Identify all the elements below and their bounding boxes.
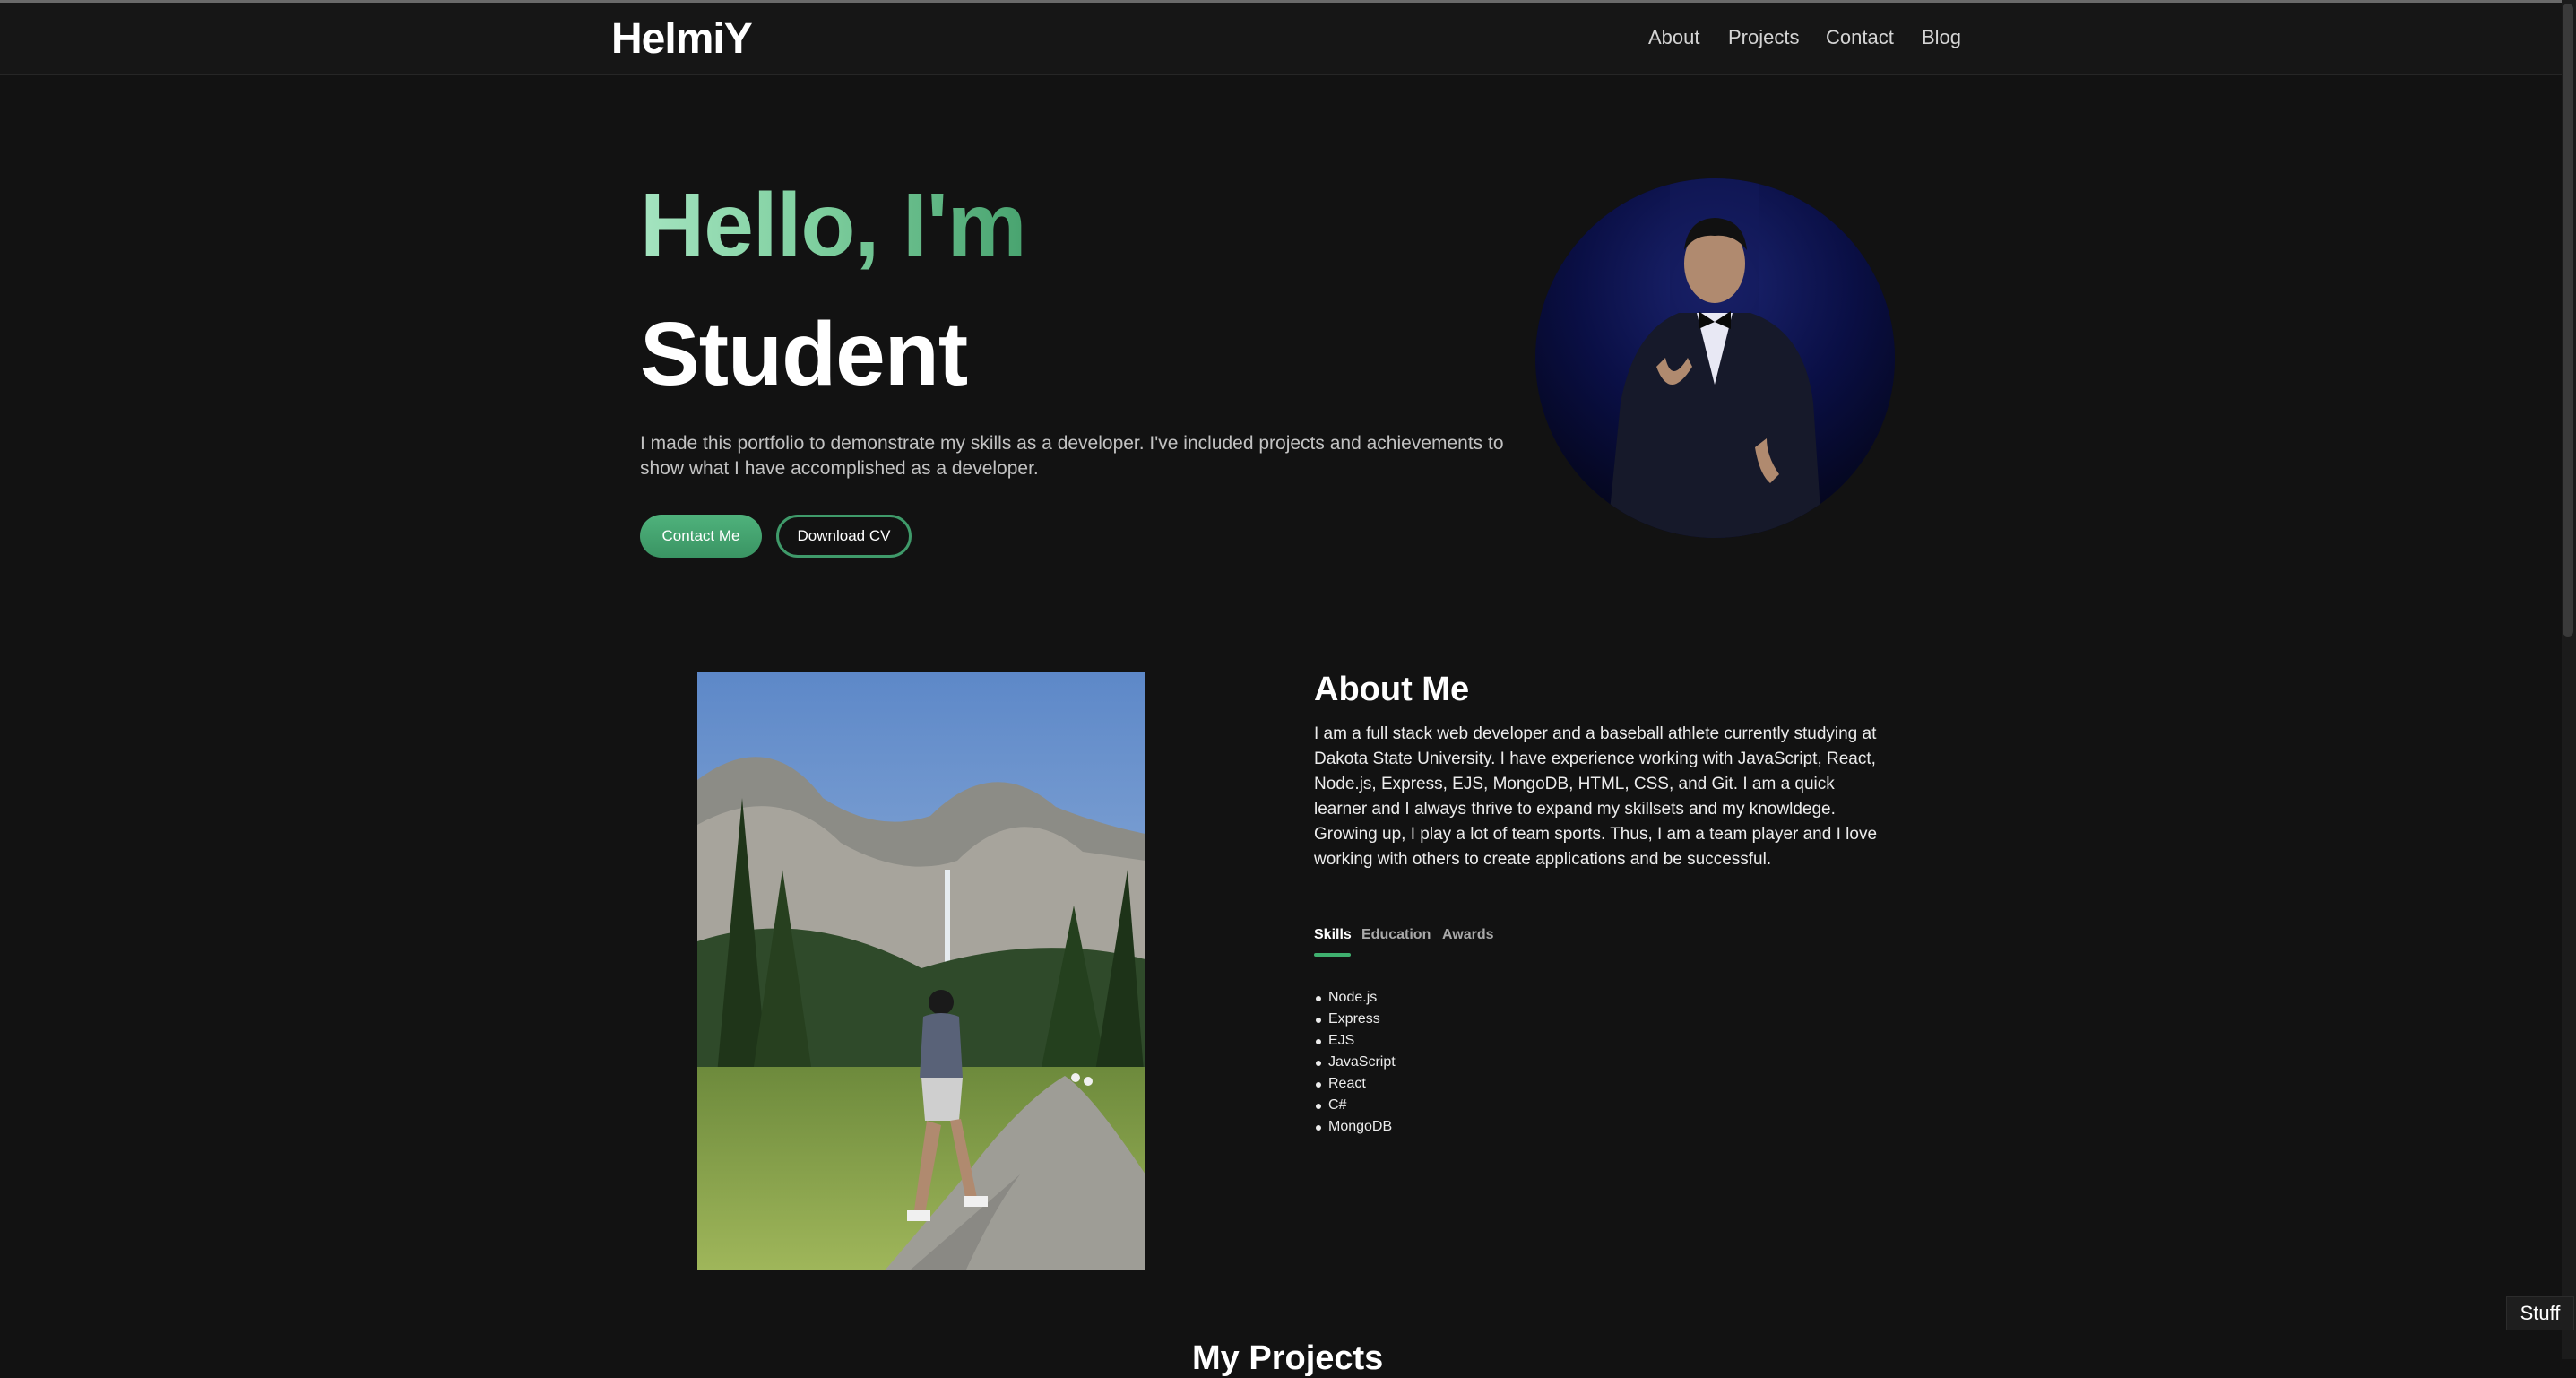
- stuff-widget-button[interactable]: Stuff: [2506, 1296, 2574, 1330]
- skill-item: Express: [1316, 1009, 1396, 1030]
- about-photo-illustration: [697, 672, 1145, 1270]
- skill-item: React: [1316, 1073, 1396, 1095]
- active-tab-indicator: [1314, 953, 1351, 957]
- skill-item: JavaScript: [1316, 1052, 1396, 1073]
- nav-link-contact[interactable]: Contact: [1826, 26, 1894, 49]
- skill-item: C#: [1316, 1095, 1396, 1116]
- tab-education[interactable]: Education: [1361, 927, 1431, 943]
- hero-description: I made this portfolio to demonstrate my …: [640, 433, 1504, 479]
- contact-me-button[interactable]: Contact Me: [640, 515, 762, 558]
- nav-link-about[interactable]: About: [1648, 26, 1700, 49]
- about-description: I am a full stack web developer and a ba…: [1314, 724, 1878, 869]
- skill-item: Node.js: [1316, 987, 1396, 1009]
- nav-link-projects[interactable]: Projects: [1728, 26, 1799, 49]
- tab-awards[interactable]: Awards: [1442, 927, 1494, 943]
- hero-role: Student: [640, 304, 968, 404]
- site-logo[interactable]: HelmiY: [611, 14, 753, 64]
- download-cv-button[interactable]: Download CV: [776, 515, 912, 558]
- skill-item: MongoDB: [1316, 1116, 1396, 1138]
- skills-list: Node.js Express EJS JavaScript React C# …: [1314, 987, 1396, 1138]
- scrollbar-thumb[interactable]: [2563, 4, 2573, 637]
- hero-greeting: Hello, I'm: [640, 175, 1027, 275]
- nav-link-blog[interactable]: Blog: [1922, 26, 1961, 49]
- skill-item: EJS: [1316, 1030, 1396, 1052]
- about-photo: [697, 672, 1145, 1270]
- profile-photo: [1535, 178, 1895, 538]
- profile-photo-illustration: [1535, 178, 1895, 538]
- navbar: HelmiY About Projects Contact Blog: [0, 3, 2562, 75]
- tab-skills[interactable]: Skills: [1314, 927, 1352, 943]
- about-title: About Me: [1314, 671, 1470, 708]
